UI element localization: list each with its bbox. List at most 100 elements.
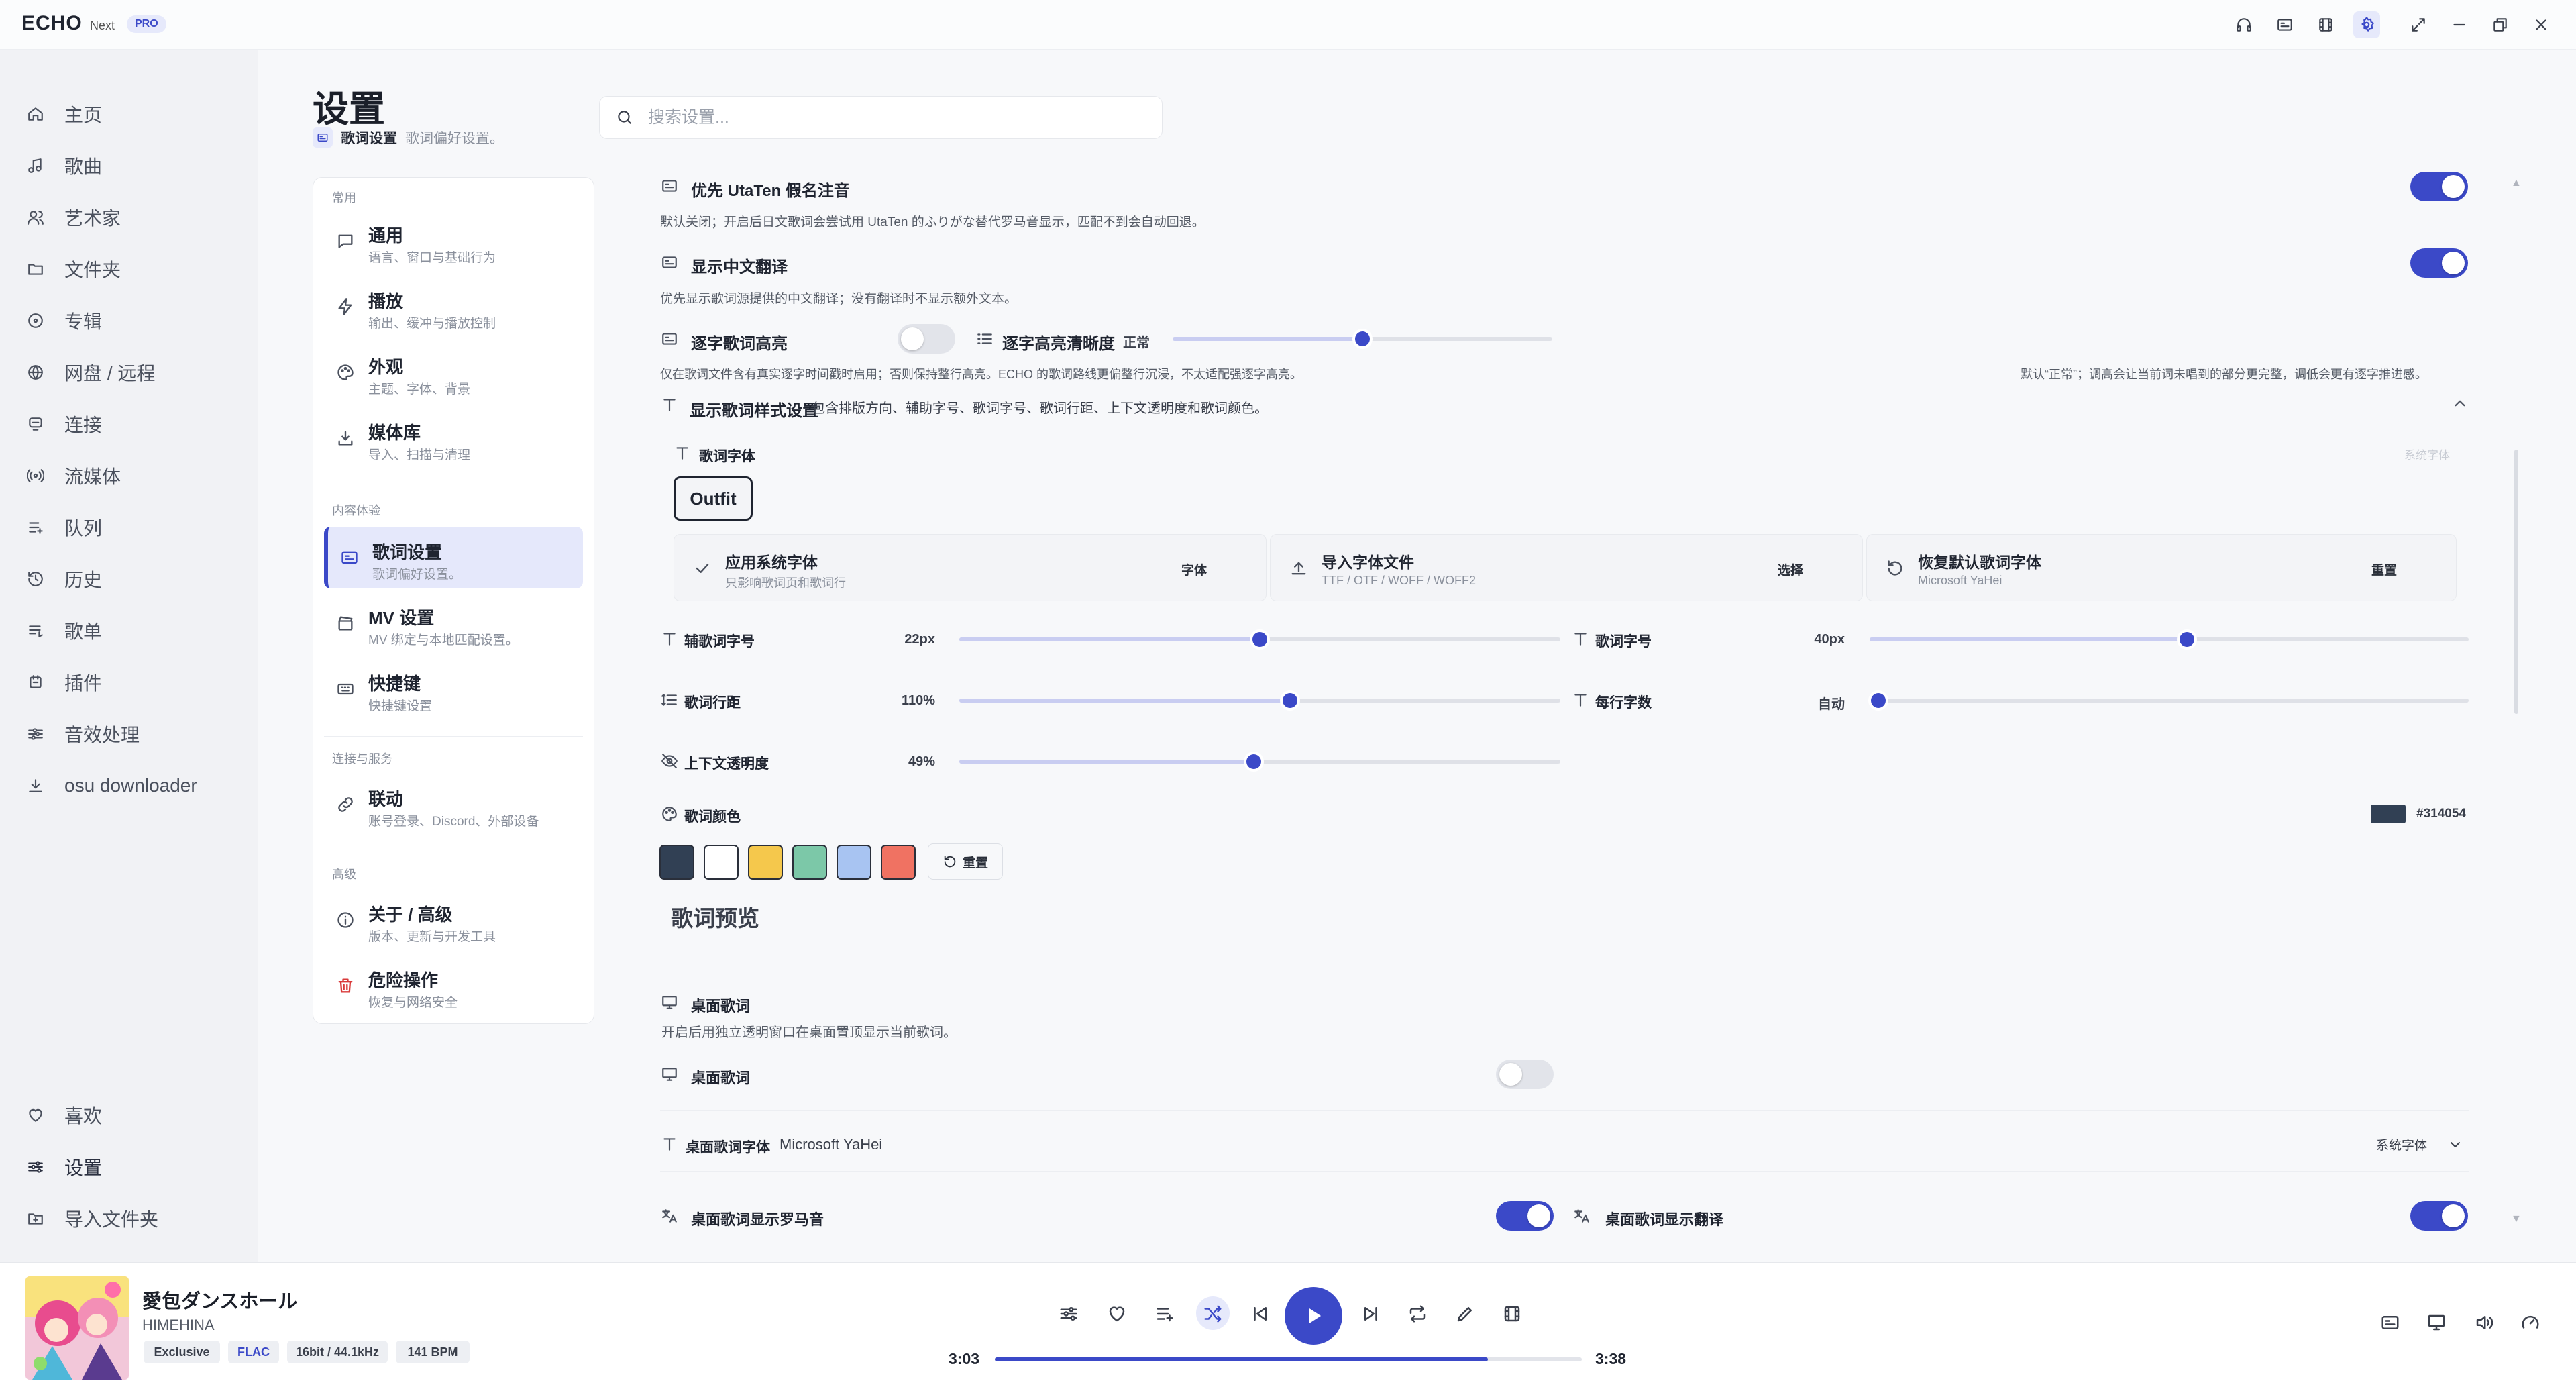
slider-knob[interactable]	[1246, 754, 1262, 769]
color-hex: #314054	[2416, 807, 2466, 821]
lyric-size-slider[interactable]	[1870, 632, 2469, 647]
color-preview[interactable]	[2371, 805, 2406, 823]
search-input[interactable]	[648, 107, 1118, 127]
reset-font-card[interactable]: 恢复默认歌词字体 Microsoft YaHei 重置	[1866, 534, 2457, 601]
sidebar-item-history[interactable]: 历史	[27, 559, 102, 599]
sidebar-item-import-folder[interactable]: 导入文件夹	[27, 1198, 158, 1239]
sidebar-item-albums[interactable]: 专辑	[27, 301, 102, 341]
sidebar-item-queue[interactable]: 队列	[27, 507, 102, 548]
restore-icon[interactable]	[2487, 11, 2514, 38]
color-reset-button[interactable]: 重置	[928, 843, 1003, 880]
sidebar-item-folders[interactable]: 文件夹	[27, 249, 121, 289]
sidebar-item-artists[interactable]: 艺术家	[27, 197, 121, 238]
play-button[interactable]	[1285, 1287, 1342, 1345]
slider-knob[interactable]	[1282, 693, 1297, 708]
pen-icon[interactable]	[1452, 1300, 1479, 1327]
scrollbar-thumb[interactable]	[2514, 450, 2518, 714]
sidebar-item-connect[interactable]: 连接	[27, 404, 102, 444]
equalizer-icon[interactable]	[1055, 1300, 1082, 1327]
close-icon[interactable]	[2528, 11, 2555, 38]
search-box[interactable]	[599, 96, 1163, 139]
minimize-icon[interactable]	[2446, 11, 2473, 38]
slider-knob[interactable]	[2180, 632, 2195, 647]
album-cover[interactable]	[25, 1276, 129, 1380]
settings-icon[interactable]	[2353, 11, 2380, 38]
swatch-slate[interactable]	[659, 845, 694, 880]
settings-nav-library[interactable]: 媒体库 导入、扫描与清理	[324, 407, 583, 469]
sidebar-item-streaming[interactable]: 流媒体	[27, 456, 121, 496]
utaten-toggle[interactable]	[2410, 172, 2468, 201]
speed-icon[interactable]	[2520, 1312, 2544, 1337]
desktop-translation-toggle[interactable]	[2410, 1201, 2468, 1231]
lyrics-icon[interactable]	[2271, 11, 2298, 38]
app-edition: Next	[90, 19, 115, 32]
settings-nav-danger[interactable]: 危险操作 恢复与网络安全	[324, 955, 583, 1017]
settings-nav-playback[interactable]: 播放 输出、缓冲与播放控制	[324, 276, 583, 338]
highlight-clarity-slider[interactable]	[1173, 331, 1552, 346]
swatch-green[interactable]	[792, 845, 827, 880]
sidebar-item-playlists[interactable]: 歌单	[27, 611, 102, 651]
collapse-icon[interactable]	[2451, 395, 2469, 412]
shuffle-icon[interactable]	[1199, 1300, 1226, 1327]
sidebar-item-plugins[interactable]: 插件	[27, 662, 102, 703]
swatch-white[interactable]	[704, 845, 739, 880]
track-artist[interactable]: HIMEHINA	[142, 1317, 215, 1334]
slider-knob[interactable]	[1355, 331, 1370, 346]
sidebar-item-home[interactable]: 主页	[27, 94, 102, 134]
context-opacity-slider[interactable]	[959, 754, 1560, 769]
slider-knob[interactable]	[1252, 632, 1267, 647]
sidebar-item-favorites[interactable]: 喜欢	[27, 1095, 102, 1135]
settings-nav-integrations[interactable]: 联动 账号登录、Discord、外部设备	[324, 774, 583, 835]
settings-nav-appearance[interactable]: 外观 主题、字体、背景	[324, 342, 583, 403]
desktop-romaji-toggle[interactable]	[1496, 1201, 1554, 1231]
line-spacing-slider[interactable]	[959, 693, 1560, 708]
translation-toggle[interactable]	[2410, 248, 2468, 278]
swatch-yellow[interactable]	[748, 845, 783, 880]
monitor-icon[interactable]	[2426, 1312, 2451, 1337]
text-icon	[1572, 691, 1589, 709]
film-icon[interactable]	[1499, 1300, 1525, 1327]
import-font-card[interactable]: 导入字体文件 TTF / OTF / WOFF / WOFF2 选择	[1270, 534, 1863, 601]
volume-icon[interactable]	[2474, 1312, 2498, 1337]
heart-icon[interactable]	[1104, 1300, 1130, 1327]
font-card-button[interactable]: 重置	[2371, 560, 2397, 578]
aux-size-slider[interactable]	[959, 632, 1560, 647]
slider-knob[interactable]	[1871, 693, 1886, 708]
sidebar-item-osu-downloader[interactable]: osu downloader	[27, 766, 197, 806]
track-title[interactable]: 愛包ダンスホール	[142, 1286, 297, 1314]
sidebar-item-songs[interactable]: 歌曲	[27, 146, 102, 186]
sidebar-item-settings[interactable]: 设置	[27, 1147, 102, 1187]
stream-icon	[27, 467, 44, 484]
desktop-lyrics-toggle[interactable]	[1496, 1060, 1554, 1089]
progress-bar[interactable]	[995, 1357, 1582, 1361]
previous-icon[interactable]	[1246, 1300, 1273, 1327]
chars-per-line-value: 自动	[1818, 697, 1845, 712]
font-card-button[interactable]: 字体	[1181, 560, 1207, 578]
headphones-icon[interactable]	[2231, 11, 2257, 38]
repeat-icon[interactable]	[1404, 1300, 1431, 1327]
expand-icon[interactable]	[2405, 11, 2432, 38]
font-card-title: 应用系统字体	[725, 554, 818, 571]
settings-nav-lyrics[interactable]: 歌词设置 歌词偏好设置。	[324, 527, 583, 588]
font-card-button[interactable]: 选择	[1778, 560, 1803, 578]
scroll-up-icon[interactable]: ▲	[2511, 177, 2522, 189]
settings-nav-general[interactable]: 通用 语言、窗口与基础行为	[324, 210, 583, 272]
settings-nav-about[interactable]: 关于 / 高级 版本、更新与开发工具	[324, 889, 583, 951]
word-highlight-toggle[interactable]	[898, 324, 955, 354]
sidebar-item-effects[interactable]: 音效处理	[27, 714, 140, 754]
lyrics-icon	[661, 254, 678, 271]
settings-nav-shortcuts[interactable]: 快捷键 快捷键设置	[324, 658, 583, 720]
desktop-font-select[interactable]: 系统字体	[2376, 1135, 2463, 1153]
apply-system-font-card[interactable]: 应用系统字体 只影响歌词页和歌词行 字体	[674, 534, 1267, 601]
current-font-chip[interactable]: Outfit	[674, 476, 753, 521]
next-icon[interactable]	[1358, 1300, 1385, 1327]
swatch-red[interactable]	[881, 845, 916, 880]
sidebar-item-cloud[interactable]: 网盘 / 远程	[27, 352, 155, 393]
film-icon[interactable]	[2312, 11, 2339, 38]
queue-icon[interactable]	[1151, 1300, 1178, 1327]
scroll-down-icon[interactable]: ▼	[2511, 1213, 2522, 1225]
chars-per-line-slider[interactable]	[1871, 693, 2469, 708]
settings-nav-mv[interactable]: MV 设置 MV 绑定与本地匹配设置。	[324, 592, 583, 654]
swatch-blue[interactable]	[837, 845, 871, 880]
lyrics-icon[interactable]	[2380, 1312, 2404, 1337]
